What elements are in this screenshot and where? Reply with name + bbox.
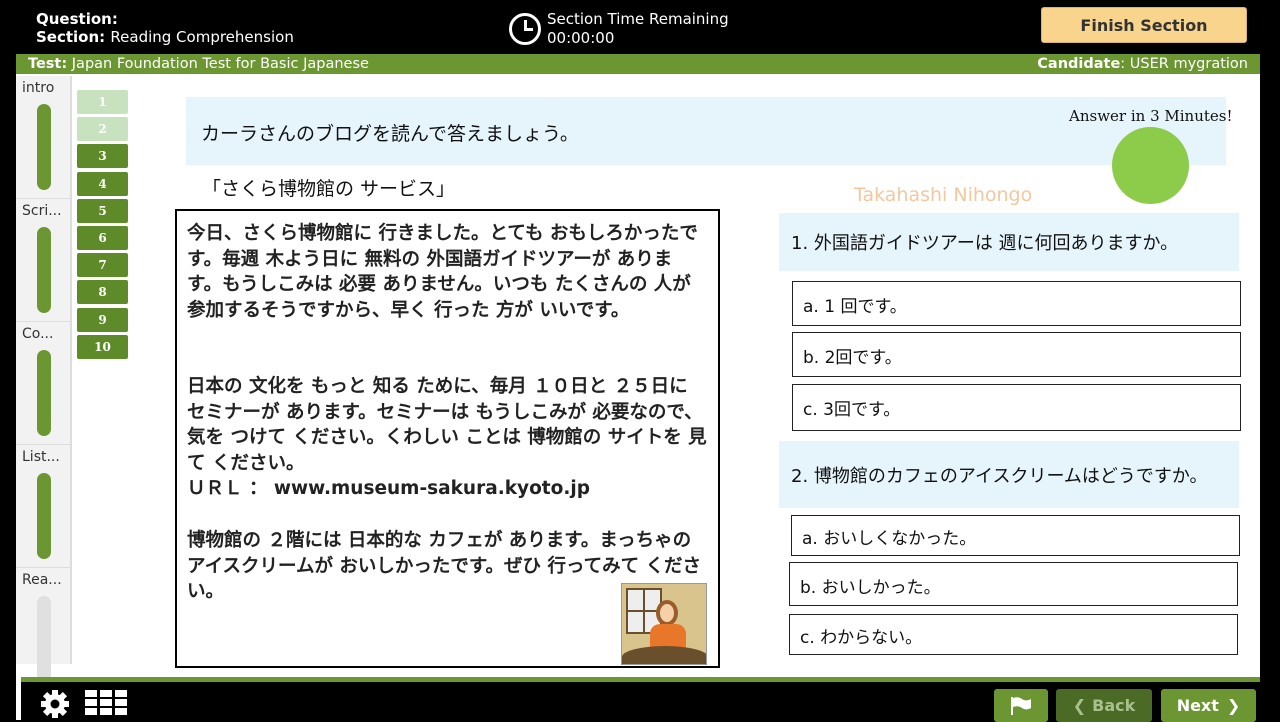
chevron-left-icon: ❮ [1072, 696, 1087, 715]
question-text: 2. 博物館のカフェのアイスクリームはどうですか。 [791, 466, 1208, 487]
question-number-list: 1 2 3 4 5 6 7 8 9 10 [77, 90, 129, 362]
question-number-button[interactable]: 3 [77, 144, 128, 169]
test-info-bar: Test: Japan Foundation Test for Basic Ja… [16, 54, 1260, 74]
test-name: Japan Foundation Test for Basic Japanese [71, 56, 369, 72]
sidebar-section-listening[interactable]: List... [16, 445, 72, 568]
woman-eating-illustration [621, 583, 707, 665]
sidebar-section-label: Scri... [22, 203, 62, 219]
passage-url: ＵＲＬ ： www.museum-sakura.kyoto.jp [187, 478, 590, 499]
question-text: 1. 外国語ガイドツアーは 週に何回ありますか。 [791, 233, 1179, 254]
question-number-button[interactable]: 4 [77, 171, 128, 196]
sidebar-section-label: List... [22, 449, 60, 465]
header: Question: Section: Reading Comprehension… [16, 0, 1260, 54]
section-progress-bar [37, 104, 51, 190]
section-timer: Section Time Remaining 00:00:00 [509, 10, 729, 48]
section-value: Reading Comprehension [110, 28, 294, 46]
instruction-text: カーラさんのブログを読んで答えましょう。 [201, 123, 579, 145]
sidebar-section-script[interactable]: Scri... [16, 199, 72, 322]
question-number-button[interactable]: 9 [77, 307, 128, 332]
answer-option[interactable]: b. おいしかった。 [789, 562, 1238, 606]
question-number-button[interactable]: 6 [77, 225, 128, 250]
answer-option[interactable]: a. おいしくなかった。 [791, 515, 1240, 556]
next-button-label: Next [1176, 696, 1219, 715]
sidebar-section-conversation[interactable]: Co... [16, 322, 72, 445]
passage-box: 今日、さくら博物館に 行きました。とても おもしろかったです。毎週 木よう日に … [175, 209, 720, 668]
passage-paragraph: 今日、さくら博物館に 行きました。とても おもしろかったです。毎週 木よう日に … [187, 223, 698, 321]
answer-option[interactable]: a. 1 回です。 [792, 281, 1241, 326]
question-number-button[interactable]: 2 [77, 117, 128, 142]
grid-menu-icon[interactable] [85, 690, 129, 716]
flag-button[interactable] [994, 689, 1048, 722]
finish-section-button[interactable]: Finish Section [1041, 7, 1247, 43]
gear-icon[interactable] [37, 690, 73, 718]
passage-paragraph: 日本の 文化を もっと 知る ために、毎月 １０日と ２５日に セミナーが あり… [187, 374, 707, 502]
flag-icon [1011, 696, 1031, 715]
countdown-circle [1112, 127, 1189, 204]
question-label: Question: [36, 10, 118, 28]
section-progress-bar [37, 350, 51, 436]
sidebar-section-reading[interactable]: Rea... [16, 568, 72, 691]
section-progress-bar [37, 473, 51, 559]
back-button[interactable]: ❮ Back [1056, 689, 1152, 722]
question-1-prompt: 1. 外国語ガイドツアーは 週に何回ありますか。 [779, 213, 1239, 271]
sidebar-section-label: Co... [22, 326, 54, 342]
answer-option-label: c. わからない。 [800, 628, 923, 648]
clock-icon [509, 13, 541, 45]
watermark-text: Takahashi Nihongo [854, 184, 1033, 206]
answer-option-label: c. 3回です。 [803, 400, 901, 420]
answer-option-label: b. おいしかった。 [800, 578, 941, 598]
candidate-label: Candidate [1037, 56, 1121, 72]
question-info: Question: Section: Reading Comprehension [36, 10, 294, 46]
timer-label: Section Time Remaining [547, 10, 729, 28]
answer-option-label: a. 1 回です。 [803, 297, 907, 317]
passage-title: 「さくら博物館の サービス」 [202, 178, 456, 200]
candidate-name: : USER mygration [1120, 56, 1248, 72]
back-button-label: Back [1092, 696, 1136, 715]
section-label: Section: [36, 28, 106, 46]
test-label: Test: [28, 56, 68, 72]
answer-option-label: b. 2回です。 [803, 348, 902, 368]
section-progress-bar [37, 596, 51, 682]
app-frame: Question: Section: Reading Comprehension… [16, 0, 1260, 720]
question-number-button[interactable]: 5 [77, 198, 128, 223]
answer-option[interactable]: c. 3回です。 [792, 384, 1241, 431]
sidebar-section-label: Rea... [22, 572, 62, 588]
passage-paragraph-text: 日本の 文化を もっと 知る ために、毎月 １０日と ２５日に セミナーが あり… [187, 376, 707, 474]
timer-value: 00:00:00 [547, 29, 615, 47]
question-number-button[interactable]: 7 [77, 253, 128, 278]
chevron-right-icon: ❯ [1226, 696, 1241, 715]
section-progress-bar [37, 227, 51, 313]
answer-option[interactable]: b. 2回です。 [792, 332, 1241, 377]
question-2-prompt: 2. 博物館のカフェのアイスクリームはどうですか。 [779, 441, 1239, 508]
answer-option-label: a. おいしくなかった。 [802, 529, 977, 549]
footer-bar: ❮ Back Next ❯ [21, 677, 1260, 722]
section-sidebar: intro Scri... Co... List... Rea... [16, 76, 72, 682]
answer-time-note: Answer in 3 Minutes! [1069, 107, 1233, 125]
answer-option[interactable]: c. わからない。 [789, 614, 1238, 655]
question-number-button[interactable]: 8 [77, 280, 128, 305]
next-button[interactable]: Next ❯ [1161, 689, 1256, 722]
sidebar-section-label: intro [22, 80, 55, 96]
question-number-button[interactable]: 10 [77, 334, 128, 359]
question-number-button[interactable]: 1 [77, 90, 128, 114]
sidebar-section-intro[interactable]: intro [16, 76, 72, 199]
